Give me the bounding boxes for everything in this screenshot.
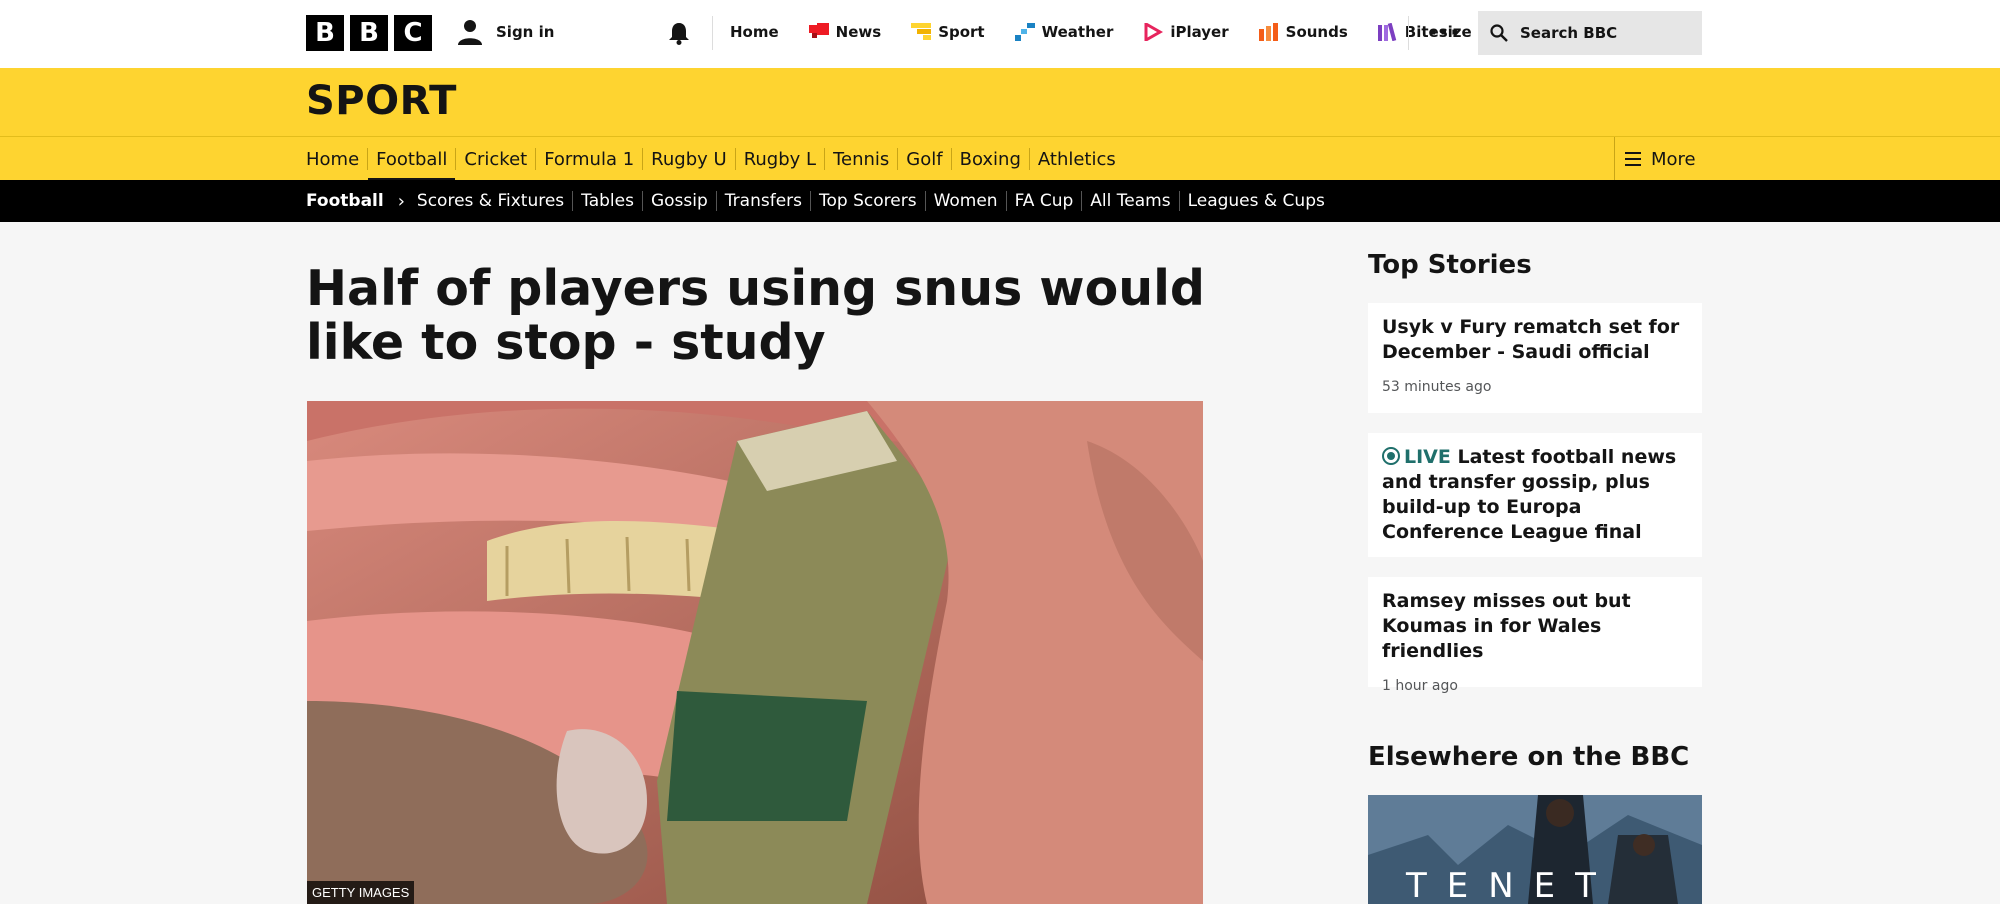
subnav-transfers[interactable]: Transfers [715,191,810,211]
sport-title[interactable]: SPORT [306,78,457,124]
subnav-scores-fixtures[interactable]: Scores & Fixtures [417,191,572,211]
sport-nav-home[interactable]: Home [306,148,367,170]
live-icon [1382,447,1400,465]
hamburger-icon [1625,152,1641,166]
notifications-bell-icon[interactable] [666,20,692,46]
story-title[interactable]: LIVE Latest football news and transfer g… [1382,445,1688,545]
subnav-all-teams[interactable]: All Teams [1081,191,1178,211]
search-placeholder: Search BBC [1520,24,1618,42]
nav-label: Weather [1041,23,1114,41]
bitesize-icon [1377,23,1397,41]
sport-nav-golf[interactable]: Golf [897,148,950,170]
promo-title: TENET [1406,866,1616,904]
subnav-women[interactable]: Women [924,191,1006,211]
nav-label: Sport [938,23,985,41]
subnav-fa-cup[interactable]: FA Cup [1005,191,1082,211]
story-timestamp: 53 minutes ago [1382,379,1492,395]
logo-letter: C [394,15,432,51]
sport-nav-rugby-union[interactable]: Rugby U [642,148,735,170]
sport-nav-formula-1[interactable]: Formula 1 [535,148,642,170]
nav-news[interactable]: News [808,23,882,41]
nav-label: Sounds [1285,23,1348,41]
nav-label: Home [730,23,779,41]
top-story-card[interactable]: Ramsey misses out but Koumas in for Wale… [1368,577,1702,694]
top-story-card[interactable]: Usyk v Fury rematch set for December - S… [1368,303,1702,413]
nav-label: iPlayer [1170,23,1229,41]
elsewhere-heading: Elsewhere on the BBC [1368,742,1690,772]
bbc-logo[interactable]: B B C [306,15,432,51]
sounds-icon [1258,23,1278,41]
bbc-main-nav: Home News Sport Weather iPlayer Sounds B… [730,0,1502,64]
story-timestamp: 1 hour ago [1382,678,1458,694]
sport-nav-boxing[interactable]: Boxing [950,148,1029,170]
live-badge: LIVE [1404,446,1451,468]
subnav-gossip[interactable]: Gossip [641,191,716,211]
elsewhere-promo-image[interactable]: TENET [1368,795,1702,904]
sign-in-link[interactable]: Sign in [456,18,554,46]
sport-nav-football[interactable]: Football [367,148,456,181]
nav-label: News [835,23,882,41]
image-credit: GETTY IMAGES [307,881,415,904]
news-icon [808,23,829,38]
sport-nav-rugby-league[interactable]: Rugby L [734,148,824,170]
sport-nav-tennis[interactable]: Tennis [824,148,897,170]
subnav-leagues-cups[interactable]: Leagues & Cups [1178,191,1333,211]
sport-nav-athletics[interactable]: Athletics [1028,148,1124,170]
divider [1408,16,1409,50]
subnav-tables[interactable]: Tables [572,191,642,211]
nav-home[interactable]: Home [730,23,779,41]
divider [712,16,713,50]
chevron-right-icon: › [397,190,405,212]
more-dots-icon[interactable]: ··· [1428,18,1461,48]
story-title[interactable]: Ramsey misses out but Koumas in for Wale… [1382,589,1688,664]
story-title[interactable]: Usyk v Fury rematch set for December - S… [1382,315,1688,365]
more-menu-button[interactable]: More [1614,137,1704,181]
article-hero-image: GETTY IMAGES [307,401,1203,904]
top-stories-heading: Top Stories [1368,250,1532,280]
football-subnav: Football › Scores & Fixtures Tables Goss… [0,180,2000,222]
weather-icon [1014,23,1035,41]
sport-banner: SPORT [0,68,2000,136]
user-icon [458,20,482,45]
iplayer-icon [1144,23,1164,41]
sign-in-label: Sign in [496,23,555,41]
sport-nav-cricket[interactable]: Cricket [455,148,535,170]
more-label: More [1651,148,1696,170]
article-headline: Half of players using snus would like to… [306,260,1205,371]
top-story-card[interactable]: LIVE Latest football news and transfer g… [1368,433,1702,557]
bbc-header: B B C Sign in Home News Sport Weather iP… [0,0,2000,68]
snus-photo [307,401,1203,904]
sport-nav: Home Football Cricket Formula 1 Rugby U … [0,136,2000,181]
sport-icon [911,23,932,40]
nav-sport[interactable]: Sport [911,23,985,41]
nav-weather[interactable]: Weather [1014,23,1114,41]
search-icon [1490,24,1508,42]
subnav-football[interactable]: Football [306,191,392,211]
logo-letter: B [350,15,388,51]
search-box[interactable]: Search BBC [1478,11,1702,55]
nav-sounds[interactable]: Sounds [1258,23,1348,41]
subnav-top-scorers[interactable]: Top Scorers [810,191,925,211]
logo-letter: B [306,15,344,51]
nav-iplayer[interactable]: iPlayer [1143,23,1229,41]
